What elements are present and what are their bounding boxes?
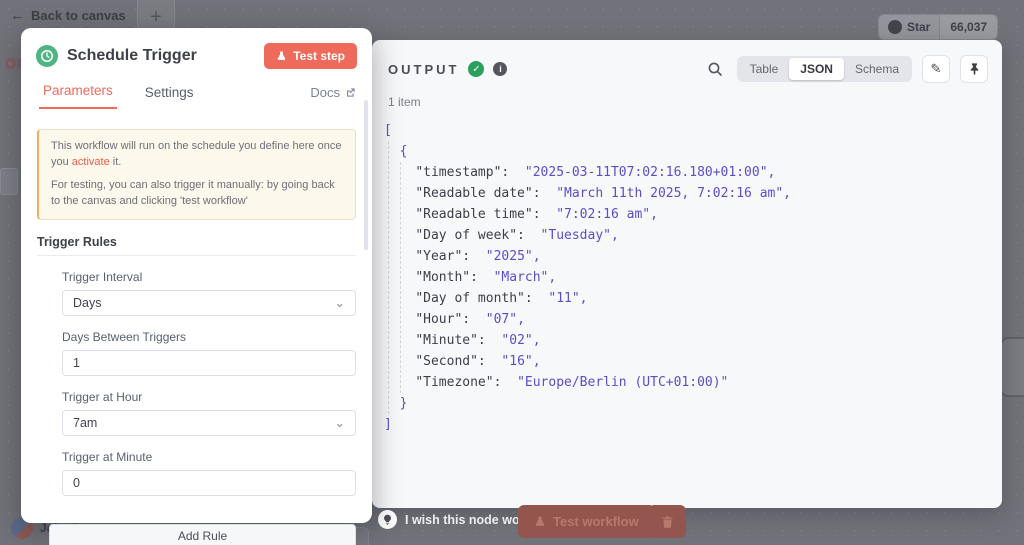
test-workflow-button[interactable]: Test workflow bbox=[518, 505, 655, 538]
trigger-interval-select[interactable]: Days ⌄ bbox=[62, 290, 356, 316]
chevron-down-icon: ⌄ bbox=[335, 415, 345, 430]
back-to-canvas-link[interactable]: ← Back to canvas bbox=[10, 7, 126, 24]
view-mode-json[interactable]: JSON bbox=[789, 58, 844, 80]
output-title: OUTPUT bbox=[388, 62, 459, 77]
json-line: "Minute": "02", bbox=[384, 330, 791, 351]
json-line: "Second": "16", bbox=[384, 351, 791, 372]
field-label-days-between: Days Between Triggers bbox=[62, 330, 356, 344]
trash-icon bbox=[661, 515, 674, 529]
pencil-icon: ✎ bbox=[931, 61, 942, 77]
external-link-icon bbox=[345, 87, 356, 98]
json-line: ] bbox=[384, 414, 791, 435]
schedule-clock-icon bbox=[36, 45, 58, 67]
activate-link[interactable]: activate bbox=[72, 156, 110, 168]
json-line: "Readable date": "March 11th 2025, 7:02:… bbox=[384, 183, 791, 204]
pin-data-button[interactable] bbox=[960, 55, 988, 83]
json-view: [ { "timestamp": "2025-03-11T07:02:16.18… bbox=[384, 120, 791, 435]
notice-line2: For testing, you can also trigger it man… bbox=[51, 178, 343, 210]
json-line: "Hour": "07", bbox=[384, 309, 791, 330]
trigger-minute-value: 0 bbox=[73, 476, 80, 490]
json-line: "Day of month": "11", bbox=[384, 288, 791, 309]
json-line: { bbox=[384, 141, 791, 162]
field-label-trigger-hour: Trigger at Hour bbox=[62, 390, 356, 404]
tab-settings[interactable]: Settings bbox=[141, 85, 198, 109]
github-star-label: Star bbox=[907, 20, 930, 34]
add-rule-button[interactable]: Add Rule bbox=[49, 524, 356, 545]
canvas-node-fragment bbox=[0, 168, 18, 195]
test-workflow-label: Test workflow bbox=[553, 514, 639, 529]
chevron-down-icon: ⌄ bbox=[335, 295, 345, 310]
trigger-minute-input[interactable]: 0 bbox=[62, 470, 356, 496]
json-line: "timestamp": "2025-03-11T07:02:16.180+01… bbox=[384, 162, 791, 183]
back-arrow-icon: ← bbox=[10, 7, 25, 24]
test-step-button[interactable]: Test step bbox=[264, 43, 357, 69]
json-line: "Day of week": "Tuesday", bbox=[384, 225, 791, 246]
field-label-trigger-interval: Trigger Interval bbox=[62, 270, 356, 284]
lightbulb-icon bbox=[378, 510, 397, 529]
flask-icon bbox=[276, 50, 287, 62]
json-line: [ bbox=[384, 120, 791, 141]
docs-label: Docs bbox=[310, 85, 340, 100]
output-panel: OUTPUT ✓ i Table JSON Schema ✎ 1 item [ … bbox=[372, 40, 1002, 508]
tabs-row: Parameters Settings Docs bbox=[21, 69, 372, 110]
test-step-label: Test step bbox=[293, 49, 345, 63]
field-label-trigger-minute: Trigger at Minute bbox=[62, 450, 356, 464]
notice-line1: This workflow will run on the schedule y… bbox=[51, 139, 343, 171]
trigger-hour-value: 7am bbox=[73, 416, 97, 430]
node-details-panel: Schedule Trigger Test step Parameters Se… bbox=[21, 28, 372, 523]
trigger-hour-select[interactable]: 7am ⌄ bbox=[62, 410, 356, 436]
view-mode-schema[interactable]: Schema bbox=[844, 58, 910, 80]
github-star-count: 66,037 bbox=[939, 15, 997, 39]
days-between-value: 1 bbox=[73, 356, 80, 370]
github-star-widget[interactable]: Star 66,037 bbox=[878, 14, 998, 40]
scrollbar-thumb[interactable] bbox=[364, 100, 368, 250]
node-title: Schedule Trigger bbox=[67, 47, 255, 65]
json-line: "Year": "2025", bbox=[384, 246, 791, 267]
json-line: "Month": "March", bbox=[384, 267, 791, 288]
app-screen: + Star 66,037 John Dee I wish this node … bbox=[0, 0, 1024, 545]
parameters-list: Trigger Interval Days ⌄ Days Between Tri… bbox=[37, 270, 356, 496]
docs-link[interactable]: Docs bbox=[310, 85, 356, 109]
trigger-interval-value: Days bbox=[73, 296, 101, 310]
github-icon bbox=[888, 20, 902, 34]
tab-parameters[interactable]: Parameters bbox=[39, 83, 117, 109]
edit-output-button[interactable]: ✎ bbox=[922, 55, 950, 83]
view-mode-toggle: Table JSON Schema bbox=[737, 56, 912, 82]
days-between-input[interactable]: 1 bbox=[62, 350, 356, 376]
json-line: } bbox=[384, 393, 791, 414]
json-line: "Timezone": "Europe/Berlin (UTC+01:00)" bbox=[384, 372, 791, 393]
back-to-canvas-label: Back to canvas bbox=[31, 8, 126, 23]
section-divider bbox=[37, 255, 356, 256]
search-icon[interactable] bbox=[707, 61, 723, 77]
view-mode-table[interactable]: Table bbox=[739, 58, 790, 80]
info-icon[interactable]: i bbox=[493, 62, 507, 76]
flask-icon bbox=[534, 515, 546, 528]
pin-icon bbox=[968, 62, 981, 76]
canvas-node-fragment-right bbox=[1000, 337, 1024, 397]
delete-node-button[interactable] bbox=[648, 505, 686, 538]
schedule-notice: This workflow will run on the schedule y… bbox=[37, 129, 356, 220]
success-check-icon: ✓ bbox=[468, 61, 484, 77]
section-title: Trigger Rules bbox=[37, 235, 356, 249]
items-count: 1 item bbox=[388, 95, 1002, 109]
json-line: "Readable time": "7:02:16 am", bbox=[384, 204, 791, 225]
